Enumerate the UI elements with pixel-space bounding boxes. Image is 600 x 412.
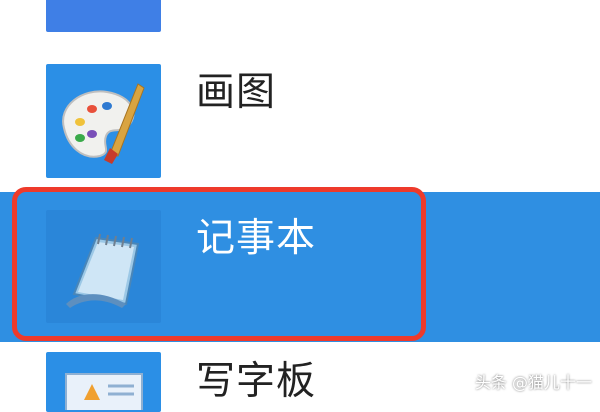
wordpad-icon	[65, 373, 143, 410]
highlight-outline	[12, 187, 426, 341]
paint-tile[interactable]	[46, 64, 161, 178]
watermark: 头条 @猫儿十一	[474, 373, 592, 392]
app-label-paint: 画图	[196, 70, 277, 115]
paint-palette-icon	[62, 83, 145, 164]
wordpad-tile[interactable]	[46, 352, 161, 412]
app-label-wordpad: 写字板	[196, 359, 317, 404]
app-tile-partial[interactable]	[46, 0, 161, 32]
